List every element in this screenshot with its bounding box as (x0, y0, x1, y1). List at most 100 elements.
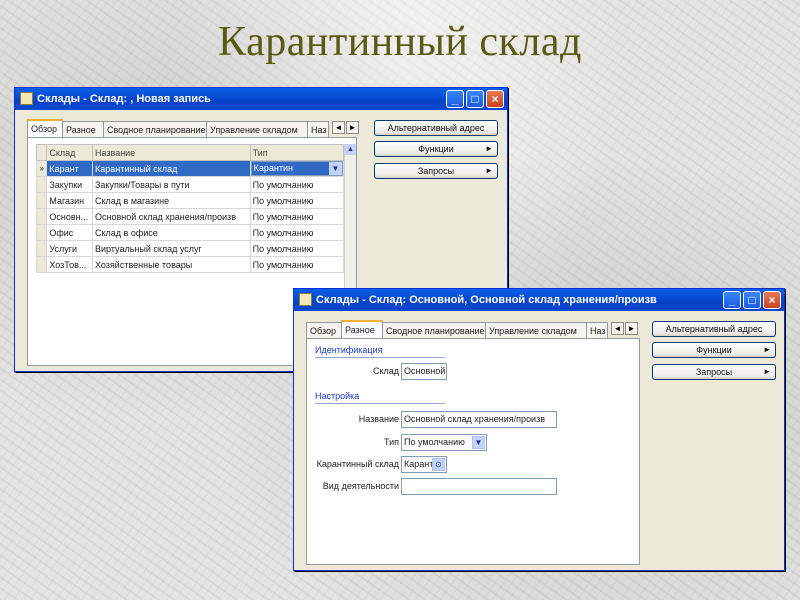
tab-warehouse-management[interactable]: Управление складом (206, 121, 308, 137)
minimize-button[interactable]: _ (723, 291, 741, 309)
warehouse-field[interactable]: Основной (401, 363, 447, 380)
alternative-address-button[interactable]: Альтернативный адрес (374, 120, 498, 136)
tab-scroll-left-icon[interactable]: ◄ (332, 121, 345, 134)
cell-name[interactable]: Виртуальный склад услуг (91, 240, 251, 257)
cell-code[interactable]: Офис (46, 224, 93, 241)
activity-type-label: Вид деятельности (322, 481, 399, 491)
cell-name[interactable]: Склад в магазине (91, 192, 251, 209)
row-selector-header (35, 144, 48, 161)
row-selector (35, 208, 48, 225)
window1-titlebar[interactable]: Склады - Склад: , Новая запись _ □ × (15, 88, 507, 110)
name-field[interactable]: Основной склад хранения/произв (401, 411, 557, 428)
cell-code[interactable]: Услуги (46, 240, 93, 257)
tab-misc[interactable]: Разное (341, 320, 383, 338)
type-label: Тип (383, 437, 399, 447)
window2-titlebar[interactable]: Склады - Склад: Основной, Основной склад… (294, 289, 784, 311)
window2-tabbar: Обзор Разное Сводное планирование Управл… (306, 320, 638, 338)
functions-button[interactable]: Функции ► (652, 342, 776, 358)
tab-master-planning[interactable]: Сводное планирование (103, 121, 207, 137)
lookup-icon[interactable]: ⊙ (432, 458, 445, 471)
activity-type-field[interactable] (401, 478, 557, 495)
cell-type[interactable]: По умолчанию (249, 256, 345, 273)
table-row[interactable]: Закупки Закупки/Товары в пути По умолчан… (35, 176, 345, 193)
slide-title: Карантинный склад (218, 19, 582, 65)
cell-name[interactable]: Хозяйственные товары (91, 256, 251, 273)
current-row-marker: » (35, 160, 48, 177)
type-select[interactable]: Карантин ▼ (251, 161, 343, 176)
quarantine-warehouse-value: Карант (404, 459, 434, 469)
cell-name[interactable]: Склад в офисе (91, 224, 251, 241)
app-icon (299, 293, 312, 306)
cell-name[interactable]: Основной склад хранения/произв (91, 208, 251, 225)
tab-scroll-right-icon[interactable]: ► (346, 121, 359, 134)
column-header-warehouse[interactable]: Склад (46, 144, 93, 161)
cell-type[interactable]: По умолчанию (249, 192, 345, 209)
section-settings-label: Настройка (315, 391, 360, 401)
cell-code[interactable]: Карант (46, 160, 93, 177)
submenu-arrow-icon: ► (485, 144, 493, 153)
section-divider (315, 357, 445, 358)
queries-button[interactable]: Запросы ► (652, 364, 776, 380)
quarantine-warehouse-field[interactable]: Карант ⊙ (401, 456, 447, 473)
table-row[interactable]: » Карант Карантинный склад Карантин ▼ (35, 160, 345, 177)
functions-button-label: Функции (696, 345, 732, 355)
type-select-value: Карантин (253, 163, 293, 173)
warehouses-grid: Склад Название Тип » Карант Карантинный … (35, 144, 345, 273)
functions-button[interactable]: Функции ► (374, 141, 498, 157)
cell-type[interactable]: По умолчанию (249, 176, 345, 193)
tab-misc[interactable]: Разное (62, 121, 104, 137)
chevron-down-icon[interactable]: ▼ (472, 436, 485, 449)
queries-button[interactable]: Запросы ► (374, 163, 498, 179)
column-header-type[interactable]: Тип (249, 144, 345, 161)
type-select[interactable]: По умолчанию ▼ (401, 434, 487, 451)
scroll-up-icon[interactable]: ▲ (345, 144, 356, 155)
queries-button-label: Запросы (695, 367, 733, 377)
warehouse-label: Склад (372, 366, 399, 376)
app-icon (20, 92, 33, 105)
close-button[interactable]: × (486, 90, 504, 108)
table-row[interactable]: ХозТов... Хозяйственные товары По умолча… (35, 256, 345, 273)
minimize-button[interactable]: _ (446, 90, 464, 108)
table-row[interactable]: Магазин Склад в магазине По умолчанию (35, 192, 345, 209)
row-selector (35, 192, 48, 209)
cell-code[interactable]: Закупки (46, 176, 93, 193)
cell-name[interactable]: Карантинный склад (91, 160, 251, 177)
tab-master-planning[interactable]: Сводное планирование (382, 322, 486, 338)
cell-type[interactable]: По умолчанию (249, 240, 345, 257)
window1-tabbar: Обзор Разное Сводное планирование Управл… (27, 119, 359, 137)
submenu-arrow-icon: ► (763, 367, 771, 376)
tab-overview[interactable]: Обзор (27, 119, 63, 137)
column-header-name[interactable]: Название (91, 144, 251, 161)
misc-panel: Идентификация Склад Основной Настройка Н… (306, 338, 640, 565)
quarantine-warehouse-label: Карантинный склад (316, 459, 399, 469)
submenu-arrow-icon: ► (763, 345, 771, 354)
tab-warehouse-management[interactable]: Управление складом (485, 322, 587, 338)
tab-scroll-right-icon[interactable]: ► (625, 322, 638, 335)
cell-code[interactable]: Магазин (46, 192, 93, 209)
table-row[interactable]: Основн... Основной склад хранения/произв… (35, 208, 345, 225)
name-label: Название (358, 414, 399, 424)
tab-more[interactable]: Наз (307, 121, 329, 137)
tab-more[interactable]: Наз (586, 322, 608, 338)
cell-type[interactable]: По умолчанию (249, 208, 345, 225)
row-selector (35, 176, 48, 193)
tab-overview[interactable]: Обзор (306, 322, 342, 338)
cell-code[interactable]: ХозТов... (46, 256, 93, 273)
maximize-button[interactable]: □ (743, 291, 761, 309)
alternative-address-button[interactable]: Альтернативный адрес (652, 321, 776, 337)
table-row[interactable]: Услуги Виртуальный склад услуг По умолча… (35, 240, 345, 257)
grid-header-row: Склад Название Тип (35, 144, 345, 161)
chevron-down-icon[interactable]: ▼ (329, 162, 342, 175)
tab-scroll-left-icon[interactable]: ◄ (611, 322, 624, 335)
maximize-button[interactable]: □ (466, 90, 484, 108)
window1-title: Склады - Склад: , Новая запись (37, 93, 211, 105)
close-button[interactable]: × (763, 291, 781, 309)
cell-type[interactable]: По умолчанию (249, 224, 345, 241)
window2-title: Склады - Склад: Основной, Основной склад… (316, 294, 657, 306)
row-selector (35, 240, 48, 257)
cell-type[interactable]: Карантин ▼ (249, 160, 345, 177)
section-divider (315, 403, 445, 404)
cell-name[interactable]: Закупки/Товары в пути (91, 176, 251, 193)
table-row[interactable]: Офис Склад в офисе По умолчанию (35, 224, 345, 241)
cell-code[interactable]: Основн... (46, 208, 93, 225)
